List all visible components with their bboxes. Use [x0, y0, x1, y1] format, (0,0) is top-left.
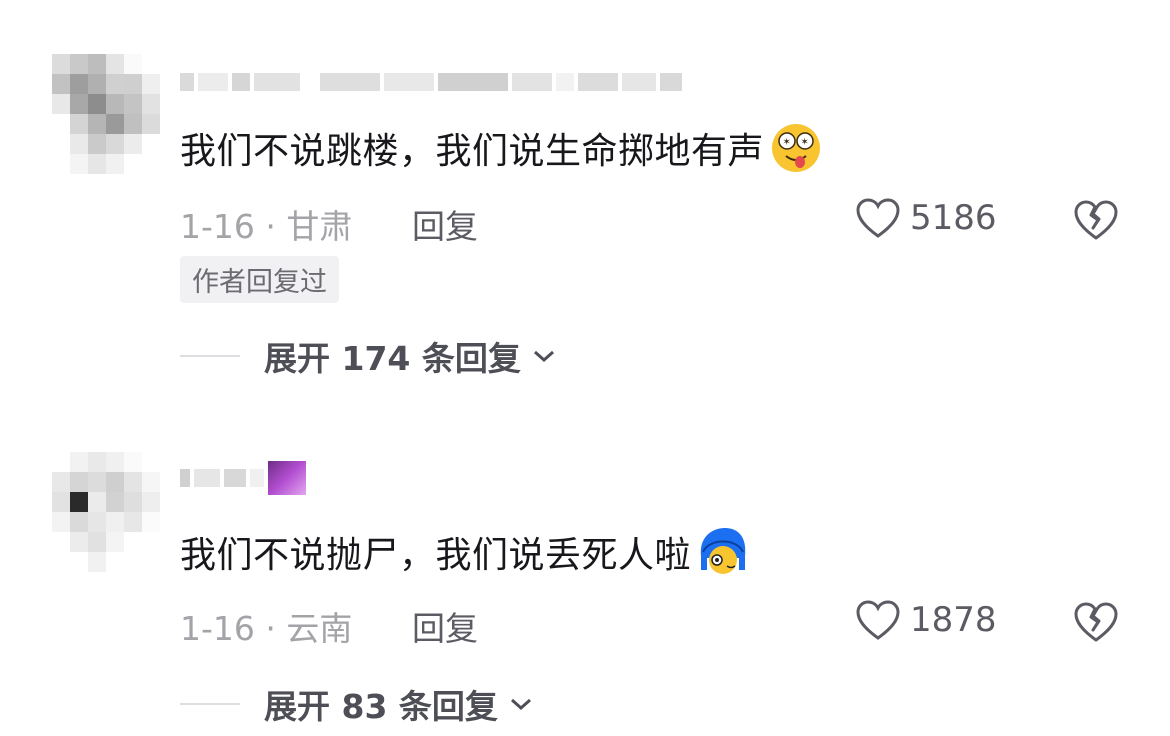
expand-replies-label: 展开 83 条回复	[264, 687, 498, 726]
expand-replies-label: 展开 174 条回复	[264, 339, 521, 378]
chevron-down-icon	[510, 698, 531, 711]
comment-text: 我们不说跳楼，我们说生命掷地有声 ✶ ✶	[180, 122, 822, 174]
svg-text:✶: ✶	[801, 137, 810, 148]
user-avatar[interactable]	[52, 54, 160, 174]
like-count: 1878	[910, 600, 997, 640]
svg-text:✶: ✶	[783, 137, 792, 148]
like-button[interactable]: 1878	[854, 598, 997, 642]
star-eyes-tongue-emoji-icon: ✶ ✶	[772, 124, 821, 172]
divider-line	[180, 703, 240, 705]
comment-item-2: 我们不说抛尸，我们说丢死人啦 1-16 · 云南 回复 1878 展开 83 条…	[0, 440, 1170, 736]
heart-outline-icon	[856, 600, 900, 640]
author-replied-badge: 作者回复过	[180, 256, 339, 303]
like-count: 5186	[910, 198, 997, 238]
expand-replies-button[interactable]: 展开 83 条回复	[180, 680, 534, 728]
comment-date-location: 1-16 · 甘肃	[180, 207, 353, 246]
reply-button[interactable]: 回复	[412, 602, 478, 650]
comment-date-location: 1-16 · 云南	[180, 609, 353, 648]
username-blurred[interactable]	[180, 64, 682, 100]
blue-hair-peeking-emoji-icon	[700, 528, 746, 574]
comment-text: 我们不说抛尸，我们说丢死人啦	[180, 526, 749, 578]
reply-button[interactable]: 回复	[412, 200, 478, 248]
broken-heart-icon[interactable]	[1072, 198, 1120, 242]
comment-item-1: 我们不说跳楼，我们说生命掷地有声 ✶ ✶ 1-16 · 甘肃 回复 5186 作…	[0, 40, 1170, 400]
chevron-down-icon	[533, 350, 554, 363]
divider-line	[180, 355, 240, 357]
broken-heart-icon[interactable]	[1072, 600, 1120, 644]
user-avatar[interactable]	[52, 452, 160, 572]
heart-outline-icon	[856, 198, 900, 238]
expand-replies-button[interactable]: 展开 174 条回复	[180, 332, 557, 380]
username-blurred[interactable]	[180, 460, 306, 496]
like-button[interactable]: 5186	[854, 196, 997, 240]
